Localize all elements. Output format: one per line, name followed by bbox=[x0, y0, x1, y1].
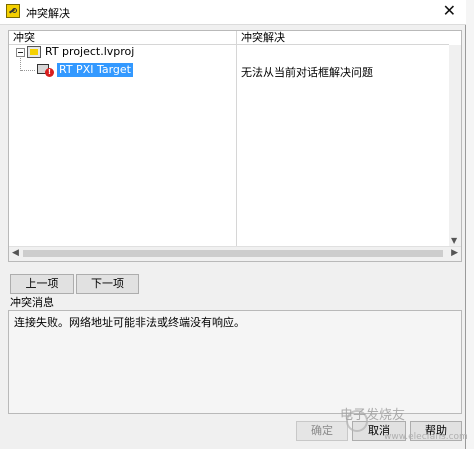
ok-button[interactable]: 确定 bbox=[296, 421, 348, 441]
scroll-right-icon[interactable]: ▶ bbox=[451, 248, 458, 258]
message-text: 连接失败。网络地址可能非法或终端没有响应。 bbox=[14, 316, 245, 329]
next-item-button[interactable]: 下一项 bbox=[76, 274, 139, 294]
prev-item-button[interactable]: 上一项 bbox=[10, 274, 74, 294]
message-box: 连接失败。网络地址可能非法或终端没有响应。 bbox=[8, 310, 462, 414]
scroll-down-icon[interactable]: ▼ bbox=[451, 236, 457, 245]
vertical-scrollbar[interactable]: ▼ bbox=[449, 45, 461, 247]
message-label: 冲突消息 bbox=[10, 296, 54, 309]
conflict-tree[interactable]: 冲突 冲突解决 RT project.lvproj ! RT PXI Targe… bbox=[8, 30, 462, 262]
horizontal-scrollbar[interactable]: ◀ ▶ bbox=[9, 246, 461, 261]
error-icon: ! bbox=[45, 68, 54, 77]
tree-item-project[interactable]: RT project.lvproj bbox=[45, 45, 134, 59]
column-header-conflict[interactable]: 冲突 bbox=[9, 31, 237, 45]
target-resolution: 无法从当前对话框解决问题 bbox=[241, 66, 373, 79]
tree-item-target[interactable]: RT PXI Target bbox=[57, 63, 133, 77]
tree-connector bbox=[21, 70, 35, 71]
app-icon bbox=[6, 4, 20, 18]
collapse-icon[interactable] bbox=[16, 48, 25, 57]
background-strip-right bbox=[466, 0, 474, 449]
column-header-resolution[interactable]: 冲突解决 bbox=[237, 31, 449, 45]
window-title: 冲突解决 bbox=[26, 7, 70, 20]
close-icon[interactable]: ✕ bbox=[443, 1, 456, 20]
watermark-text: 电子发烧友 bbox=[340, 408, 406, 423]
project-icon bbox=[27, 46, 41, 58]
column-divider bbox=[236, 31, 237, 247]
watermark-url: www.elecfans.com bbox=[384, 432, 468, 442]
scroll-left-icon[interactable]: ◀ bbox=[12, 248, 19, 258]
conflict-resolution-dialog: 冲突解决 ✕ 冲突 冲突解决 RT project.lvproj ! RT PX… bbox=[0, 0, 468, 449]
title-bar: 冲突解决 ✕ bbox=[0, 0, 466, 25]
scrollbar-thumb[interactable] bbox=[23, 250, 443, 257]
